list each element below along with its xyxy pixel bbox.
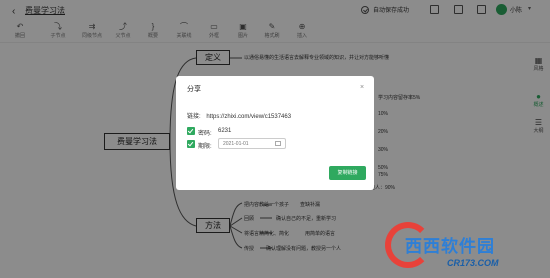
- expiry-checkbox[interactable]: [187, 140, 195, 148]
- calendar-icon[interactable]: [275, 141, 281, 146]
- expiry-label: 期限:: [198, 144, 212, 150]
- close-icon[interactable]: ×: [360, 84, 364, 91]
- dialog-title: 分享: [187, 86, 201, 93]
- share-link-row: 链接: https://zhixi.com/view/c1537463: [187, 111, 291, 120]
- password-value: 6231: [218, 128, 232, 134]
- watermark: 西西软件园 CR173.COM: [385, 222, 550, 278]
- share-link-url[interactable]: https://zhixi.com/view/c1537463: [206, 114, 291, 120]
- password-checkbox[interactable]: [187, 127, 195, 135]
- share-dialog: 分享 × 链接: https://zhixi.com/view/c1537463…: [176, 76, 374, 190]
- copy-link-button[interactable]: 复制链接: [329, 166, 366, 180]
- watermark-text: 西西软件园: [405, 237, 495, 257]
- watermark-url: CR173.COM: [447, 258, 499, 268]
- link-label: 链接:: [187, 114, 201, 120]
- password-label: 密码:: [198, 131, 212, 137]
